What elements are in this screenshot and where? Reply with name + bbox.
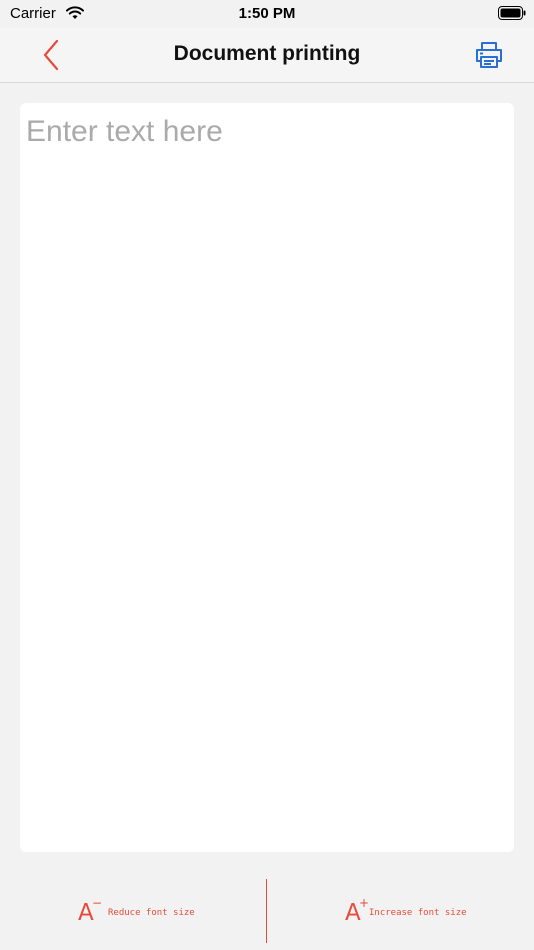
text-editor-area xyxy=(20,103,514,852)
page-title: Document printing xyxy=(173,42,361,65)
reduce-font-size-button[interactable]: A − Reduce font size xyxy=(0,876,266,946)
reduce-font-size-label: Reduce font size xyxy=(108,908,195,918)
minus-sign: − xyxy=(92,896,103,910)
clock-time: 1:50 PM xyxy=(238,5,296,22)
increase-font-size-button[interactable]: A + Increase font size xyxy=(268,876,534,946)
plus-sign: + xyxy=(359,896,370,910)
battery-icon xyxy=(498,6,526,20)
navigation-bar: Document printing xyxy=(0,28,534,83)
toolbar-divider xyxy=(266,879,267,943)
print-button[interactable] xyxy=(474,40,504,70)
status-bar: Carrier 1:50 PM xyxy=(0,0,534,28)
document-text-input[interactable] xyxy=(20,103,514,852)
printer-icon xyxy=(476,42,502,68)
font-size-toolbar: A − Reduce font size A + Increase font s… xyxy=(0,876,534,946)
increase-font-size-label: Increase font size xyxy=(369,908,467,918)
